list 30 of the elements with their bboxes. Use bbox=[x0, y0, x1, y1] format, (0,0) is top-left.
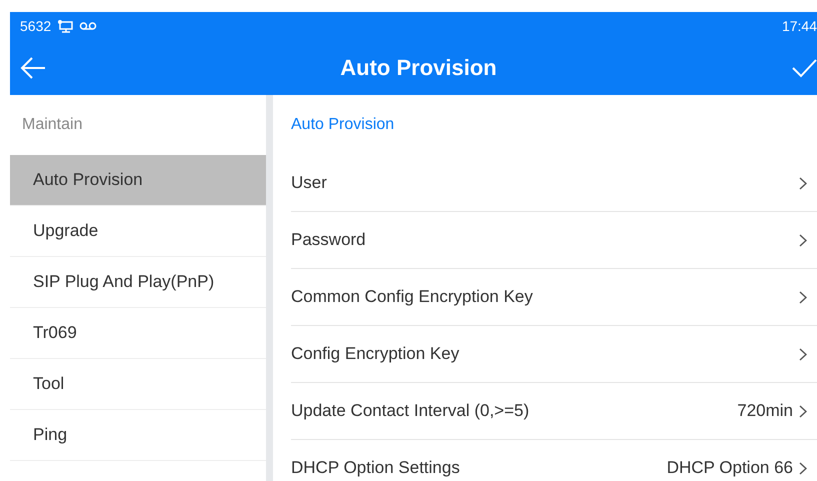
sidebar-heading: Maintain bbox=[21, 115, 84, 135]
chevron-right-icon bbox=[799, 176, 807, 190]
extension-number: 5632 bbox=[20, 18, 52, 34]
row-label: DHCP Option Settings bbox=[291, 458, 460, 478]
chevron-right-icon bbox=[799, 234, 807, 246]
network-icon bbox=[57, 19, 74, 33]
settings-row[interactable]: DHCP Option Settings DHCP Option 66 bbox=[291, 440, 817, 481]
back-arrow-icon[interactable] bbox=[20, 56, 46, 80]
row-value: 720min bbox=[737, 401, 793, 421]
row-label: Update Contact Interval (0,>=5) bbox=[291, 401, 530, 421]
chevron-right-icon bbox=[799, 404, 807, 418]
row-label: Password bbox=[291, 230, 366, 250]
settings-row[interactable]: Update Contact Interval (0,>=5) 720min bbox=[291, 383, 817, 440]
settings-row[interactable]: Common Config Encryption Key bbox=[291, 269, 817, 326]
settings-row[interactable]: User bbox=[291, 155, 817, 212]
chevron-right-icon bbox=[799, 290, 807, 304]
chevron-right-icon bbox=[799, 462, 807, 474]
chevron-right-icon bbox=[799, 348, 807, 360]
sidebar-item[interactable]: Auto Provision bbox=[10, 155, 266, 206]
clock-time: 17:44 bbox=[782, 18, 817, 34]
page-title: Auto Provision bbox=[340, 54, 497, 80]
row-value: DHCP Option 66 bbox=[666, 458, 793, 478]
row-label: Config Encryption Key bbox=[291, 344, 460, 364]
voicemail-icon bbox=[79, 21, 98, 31]
checkmark-icon[interactable] bbox=[790, 58, 817, 78]
row-label: Common Config Encryption Key bbox=[291, 287, 533, 307]
settings-row[interactable]: Password bbox=[291, 212, 817, 269]
row-label: User bbox=[291, 173, 327, 193]
settings-row[interactable]: Config Encryption Key bbox=[291, 326, 817, 383]
section-heading: Auto Provision bbox=[291, 115, 396, 135]
